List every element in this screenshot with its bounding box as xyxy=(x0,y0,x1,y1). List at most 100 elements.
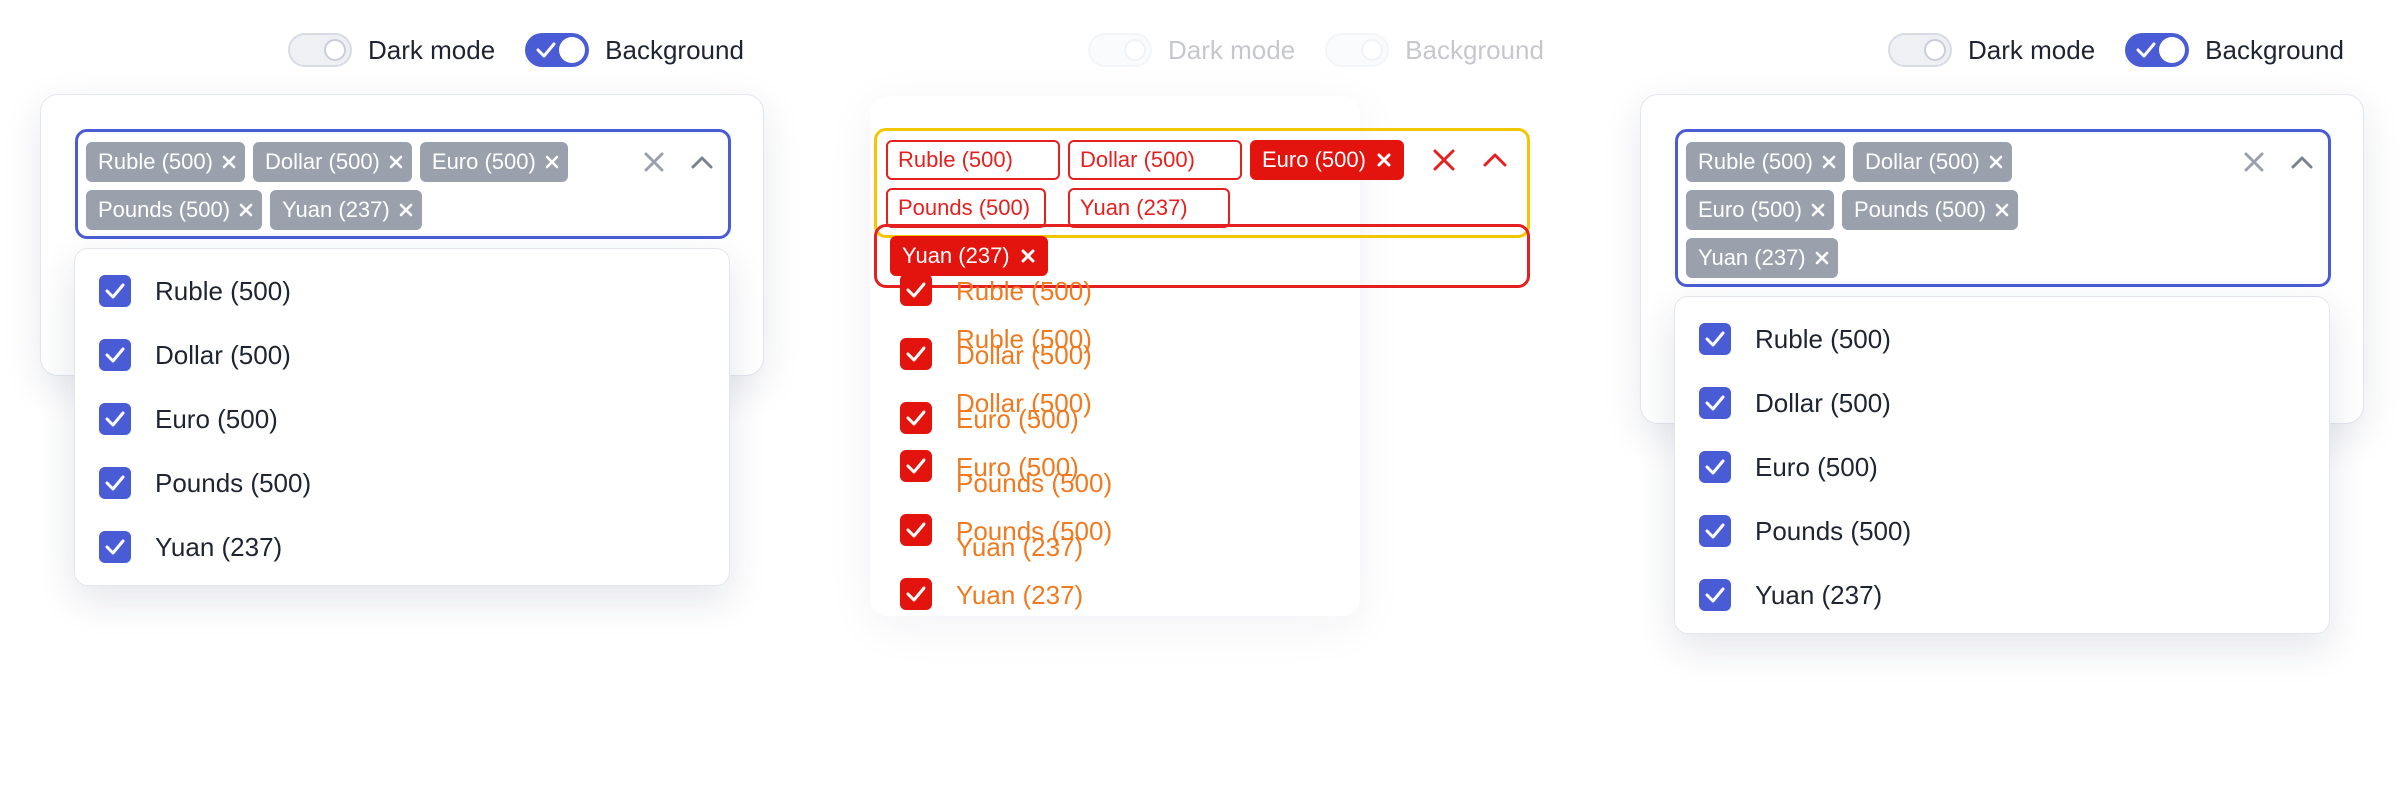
check-icon xyxy=(105,283,125,299)
option-label: Pounds (500) xyxy=(155,467,312,498)
check-icon xyxy=(906,410,926,426)
toggle-knob xyxy=(559,37,586,63)
background-toggle[interactable] xyxy=(2125,33,2190,67)
close-icon[interactable] xyxy=(1432,148,1456,172)
check-icon xyxy=(1705,587,1725,603)
tag-label: Yuan (237) xyxy=(282,197,390,222)
dark-mode-control[interactable]: Dark mode xyxy=(1088,33,1295,67)
toggle-knob xyxy=(1924,39,1946,61)
option-item[interactable]: Dollar (500) xyxy=(99,335,291,375)
checkbox[interactable] xyxy=(1699,323,1731,355)
tag-label: Euro (500) xyxy=(1698,197,1802,222)
dropdown-menu: Ruble (500) Dollar (500) Euro (500) Poun… xyxy=(74,248,730,586)
check-icon xyxy=(906,458,926,474)
selected-tag: Pounds (500) xyxy=(86,190,263,230)
chevron-up-icon[interactable] xyxy=(1482,150,1508,168)
checkbox[interactable] xyxy=(99,403,131,435)
check-icon xyxy=(906,282,926,298)
option-label: Ruble (500) xyxy=(155,275,291,306)
checkbox[interactable] xyxy=(900,514,932,546)
tag-label: Yuan (237) xyxy=(1698,245,1806,270)
background-toggle[interactable] xyxy=(1325,33,1390,67)
checkbox[interactable] xyxy=(99,339,131,371)
panel-right: Dark mode Background Ruble (500) Dollar … xyxy=(1600,0,2400,800)
dark-mode-control[interactable]: Dark mode xyxy=(288,33,495,67)
background-label: Background xyxy=(2205,34,2344,65)
close-icon[interactable] xyxy=(238,202,254,218)
background-toggle[interactable] xyxy=(525,33,590,67)
checkbox[interactable] xyxy=(1699,579,1731,611)
dark-mode-label: Dark mode xyxy=(1968,34,2096,65)
selected-tag: Ruble (500) xyxy=(86,142,245,182)
check-icon xyxy=(1705,523,1725,539)
check-icon xyxy=(105,475,125,491)
controls-bar: Dark mode Background xyxy=(1088,32,1574,68)
option-item[interactable]: Yuan (237) xyxy=(1699,575,1882,615)
dark-mode-label: Dark mode xyxy=(1168,34,1296,65)
checkbox[interactable] xyxy=(99,467,131,499)
checkbox[interactable] xyxy=(1699,387,1731,419)
option-label: Yuan (237) xyxy=(155,531,283,562)
selected-tag: Ruble (500) xyxy=(886,140,1060,180)
option-item[interactable]: Ruble (500) xyxy=(1699,319,1891,359)
option-item[interactable]: Dollar (500) xyxy=(1699,383,1891,423)
checkbox[interactable] xyxy=(900,450,932,482)
dark-mode-toggle[interactable] xyxy=(1888,33,1952,67)
dropdown-menu: Ruble (500) Dollar (500) Euro (500) Poun… xyxy=(1674,296,2330,634)
check-icon xyxy=(105,539,125,555)
close-icon[interactable] xyxy=(1821,154,1837,170)
checkbox[interactable] xyxy=(1699,515,1731,547)
dark-mode-control[interactable]: Dark mode xyxy=(1888,33,2095,67)
close-icon[interactable] xyxy=(1020,248,1036,264)
selected-tag: Dollar (500) xyxy=(1852,142,2012,182)
close-icon[interactable] xyxy=(1994,202,2010,218)
checkbox[interactable] xyxy=(900,402,932,434)
option-item[interactable]: Yuan (237) xyxy=(99,527,282,567)
close-icon[interactable] xyxy=(544,154,560,170)
checkbox[interactable] xyxy=(900,338,932,370)
multiselect-input[interactable]: Ruble (500) Dollar (500) Euro (500) Poun… xyxy=(75,129,731,239)
check-icon xyxy=(105,411,125,427)
toggle-knob xyxy=(1361,39,1384,61)
option-label: Ruble (500) xyxy=(1755,323,1891,354)
close-icon[interactable] xyxy=(1810,202,1826,218)
close-icon[interactable] xyxy=(398,202,414,218)
close-icon[interactable] xyxy=(388,154,404,170)
option-item[interactable]: Ruble (500) xyxy=(99,271,291,311)
checkbox[interactable] xyxy=(99,275,131,307)
background-control[interactable]: Background xyxy=(1325,33,1544,67)
option-item[interactable]: Pounds (500) xyxy=(99,463,311,503)
checkbox[interactable] xyxy=(1699,451,1731,483)
option-label: Yuan (237) xyxy=(1755,579,1883,610)
checkbox[interactable] xyxy=(99,531,131,563)
option-item[interactable]: Euro (500) xyxy=(99,399,278,439)
selected-tag: Euro (500) xyxy=(1250,140,1404,180)
dropdown-toggle-button[interactable] xyxy=(686,146,718,178)
background-control[interactable]: Background xyxy=(525,33,744,67)
option-item[interactable]: Euro (500) xyxy=(1699,447,1878,487)
check-icon xyxy=(906,346,926,362)
selected-tag: Dollar (500) xyxy=(1068,140,1242,180)
checkbox[interactable] xyxy=(900,578,932,610)
close-icon[interactable] xyxy=(1988,154,2004,170)
toggle-knob xyxy=(1124,39,1146,61)
close-icon[interactable] xyxy=(221,154,237,170)
check-icon xyxy=(536,42,556,58)
multiselect-input[interactable]: Ruble (500) Dollar (500) Euro (500) Poun… xyxy=(1675,129,2331,287)
toggle-knob xyxy=(2159,37,2186,63)
selected-tag: Yuan (237) xyxy=(1068,188,1230,228)
selected-tag: Dollar (500) xyxy=(252,142,412,182)
tag-label: Dollar (500) xyxy=(1864,149,1980,174)
dark-mode-toggle[interactable] xyxy=(1088,33,1152,67)
clear-button[interactable] xyxy=(638,146,670,178)
dropdown-toggle-button[interactable] xyxy=(2286,146,2318,178)
check-icon xyxy=(906,586,926,602)
close-icon[interactable] xyxy=(1376,152,1392,168)
option-item[interactable]: Pounds (500) xyxy=(1699,511,1911,551)
dark-mode-toggle[interactable] xyxy=(288,33,352,67)
close-icon[interactable] xyxy=(1814,250,1830,266)
clear-button[interactable] xyxy=(2238,146,2270,178)
background-control[interactable]: Background xyxy=(2125,33,2344,67)
selected-tag: Ruble (500) xyxy=(1686,142,1845,182)
checkbox[interactable] xyxy=(900,274,932,306)
